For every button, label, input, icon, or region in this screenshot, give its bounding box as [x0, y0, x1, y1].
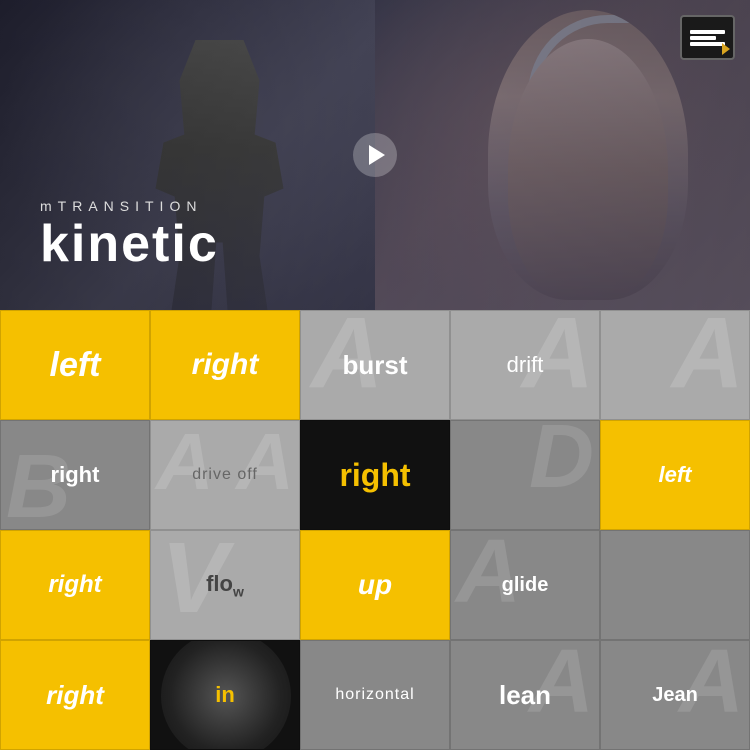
fcp-line-2	[690, 36, 716, 40]
cell-label: drive off	[192, 466, 258, 484]
fcp-line-1	[690, 30, 725, 34]
cell-label: left	[659, 462, 692, 488]
hero-subtitle: mTRANSITION	[40, 198, 219, 214]
grid-cell-empty-2-4[interactable]: D	[450, 420, 600, 530]
cell-label: burst	[343, 350, 408, 381]
grid-cell-burst[interactable]: A burst	[300, 310, 450, 420]
grid-cell-flow[interactable]: V flow	[150, 530, 300, 640]
cell-label: glide	[502, 574, 549, 597]
grid-cell-in[interactable]: in	[150, 640, 300, 750]
hero-section: mTRANSITION kinetic	[0, 0, 750, 310]
hero-title: kinetic	[40, 218, 219, 270]
fcp-logo	[680, 15, 735, 60]
cell-label: lean	[499, 680, 551, 711]
grid-cell-empty-3-5[interactable]	[600, 530, 750, 640]
cell-label: drift	[507, 352, 544, 378]
grid-cell-drive-off[interactable]: A A drive off	[150, 420, 300, 530]
cell-label: right	[51, 462, 100, 488]
grid-cell-up[interactable]: up	[300, 530, 450, 640]
grid-cell-empty-1-5[interactable]: A	[600, 310, 750, 420]
fcp-triangle	[722, 43, 730, 55]
cell-label: flow	[206, 571, 244, 599]
bg-letter-left: A	[156, 420, 214, 508]
grid-cell-right-black[interactable]: right	[300, 420, 450, 530]
cell-label: right	[46, 680, 104, 711]
grid-cell-left-1[interactable]: left	[0, 310, 150, 420]
grid-cell-lean[interactable]: A lean	[450, 640, 600, 750]
cell-label: right	[192, 348, 259, 382]
grid-cell-glide[interactable]: A glide	[450, 530, 600, 640]
bg-letter: D	[529, 420, 594, 509]
fcp-logo-lines	[690, 28, 725, 48]
grid-cell-horizontal[interactable]: horizontal	[300, 640, 450, 750]
bg-letter: A	[672, 310, 744, 411]
hero-text-block: mTRANSITION kinetic	[40, 198, 219, 270]
grid-cell-right-3[interactable]: right	[0, 530, 150, 640]
cell-label: right	[339, 457, 410, 494]
cell-label: Jean	[652, 684, 698, 707]
grid-cell-left-2[interactable]: left	[600, 420, 750, 530]
cell-label: left	[50, 346, 101, 385]
transition-grid: left right A burst A drift A B right A A…	[0, 310, 750, 750]
grid-cell-right-1[interactable]: right	[150, 310, 300, 420]
cell-label: horizontal	[335, 686, 414, 704]
cell-label: right	[48, 571, 101, 599]
grid-cell-right-4[interactable]: right	[0, 640, 150, 750]
bg-letter-right: A	[236, 420, 294, 508]
grid-cell-drift[interactable]: A drift	[450, 310, 600, 420]
grid-cell-jean[interactable]: A Jean	[600, 640, 750, 750]
fcp-line-3	[690, 42, 725, 46]
grid-cell-right-2[interactable]: B right	[0, 420, 150, 530]
cell-label: in	[215, 682, 235, 708]
play-button[interactable]	[353, 133, 397, 177]
cell-label: up	[358, 569, 392, 601]
